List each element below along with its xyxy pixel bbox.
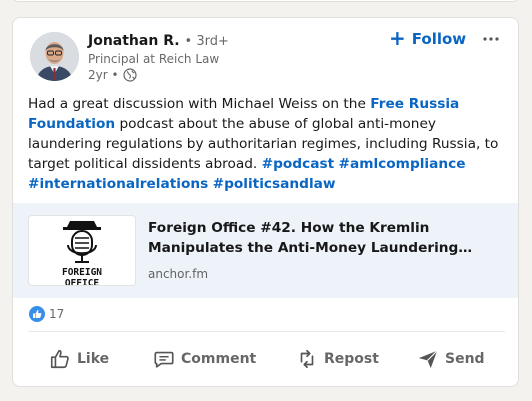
follow-label: Follow xyxy=(411,30,467,48)
send-icon xyxy=(418,350,438,369)
previous-post-card xyxy=(12,0,519,2)
microphone-spy-icon xyxy=(63,221,101,263)
send-label: Send xyxy=(445,351,485,367)
thumbnail-caption-line1: FOREIGN xyxy=(61,267,103,278)
author-headline: Principal at Reich Law xyxy=(88,52,220,66)
divider xyxy=(28,331,505,332)
post-text: Had a great discussion with Michael Weis… xyxy=(28,94,508,194)
article-preview[interactable]: FOREIGN OFFICE Foreign Office #42. How t… xyxy=(13,203,518,298)
repost-icon xyxy=(300,349,314,369)
post-meta: 2yr • xyxy=(88,68,137,82)
reaction-count: 17 xyxy=(49,307,65,321)
article-title[interactable]: Foreign Office #42. How the Kremlin Mani… xyxy=(148,218,488,258)
author-name[interactable]: Jonathan R. xyxy=(88,33,180,49)
plus-icon: + xyxy=(389,26,406,50)
post-text-part1: Had a great discussion with Michael Weis… xyxy=(28,96,371,112)
hashtag-link[interactable]: #podcast xyxy=(262,156,335,172)
follow-button[interactable]: + Follow xyxy=(389,27,466,51)
send-button[interactable]: Send xyxy=(417,343,485,375)
like-label: Like xyxy=(77,351,110,367)
hashtag-link[interactable]: #amlcompliance xyxy=(339,156,466,172)
like-reaction-icon xyxy=(29,306,45,322)
article-thumbnail: FOREIGN OFFICE xyxy=(28,215,136,286)
social-actions-bar: Like Comment Repost Send xyxy=(13,343,518,375)
hashtag-link[interactable]: #politicsandlaw xyxy=(213,176,336,192)
thumbnail-caption-line2: OFFICE xyxy=(64,278,100,286)
comment-label: Comment xyxy=(181,351,257,367)
author-avatar[interactable] xyxy=(30,32,79,81)
repost-label: Repost xyxy=(324,351,379,367)
feed-post-card: Jonathan R. • 3rd+ Principal at Reich La… xyxy=(12,17,519,387)
thumbs-up-icon xyxy=(50,349,69,369)
comment-icon xyxy=(154,351,174,368)
connection-degree: • 3rd+ xyxy=(184,34,229,49)
repost-button[interactable]: Repost xyxy=(296,343,379,375)
globe-icon xyxy=(122,68,137,82)
hashtag-link[interactable]: #internationalrelations xyxy=(28,176,208,192)
like-button[interactable]: Like xyxy=(49,343,109,375)
reactions-summary[interactable]: 17 xyxy=(29,306,64,322)
comment-button[interactable]: Comment xyxy=(153,343,256,375)
post-time: 2yr • xyxy=(88,68,119,82)
article-source: anchor.fm xyxy=(148,267,209,281)
more-options-icon[interactable] xyxy=(479,29,503,49)
author-name-row: Jonathan R. • 3rd+ xyxy=(88,33,229,49)
